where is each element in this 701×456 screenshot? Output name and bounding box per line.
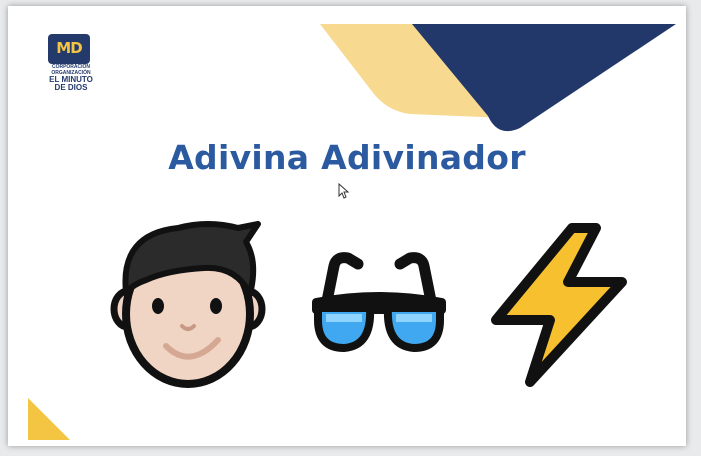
logo-line-4: DE DIOS	[54, 83, 88, 92]
slide: MD CORPORACIÓN ORGANIZACIÓN EL MINUTO DE…	[8, 6, 686, 446]
lightning-icon	[491, 223, 627, 387]
sunglasses-icon	[312, 252, 446, 352]
mouse-cursor-icon	[338, 183, 350, 199]
slide-title: Adivina Adivinador	[168, 138, 526, 177]
boy-face-icon	[110, 221, 266, 388]
logo-mark-text: MD	[56, 39, 82, 57]
company-logo: MD CORPORACIÓN ORGANIZACIÓN EL MINUTO DE…	[42, 34, 100, 92]
logo-mark: MD	[48, 34, 90, 64]
corner-triangle	[28, 398, 70, 440]
